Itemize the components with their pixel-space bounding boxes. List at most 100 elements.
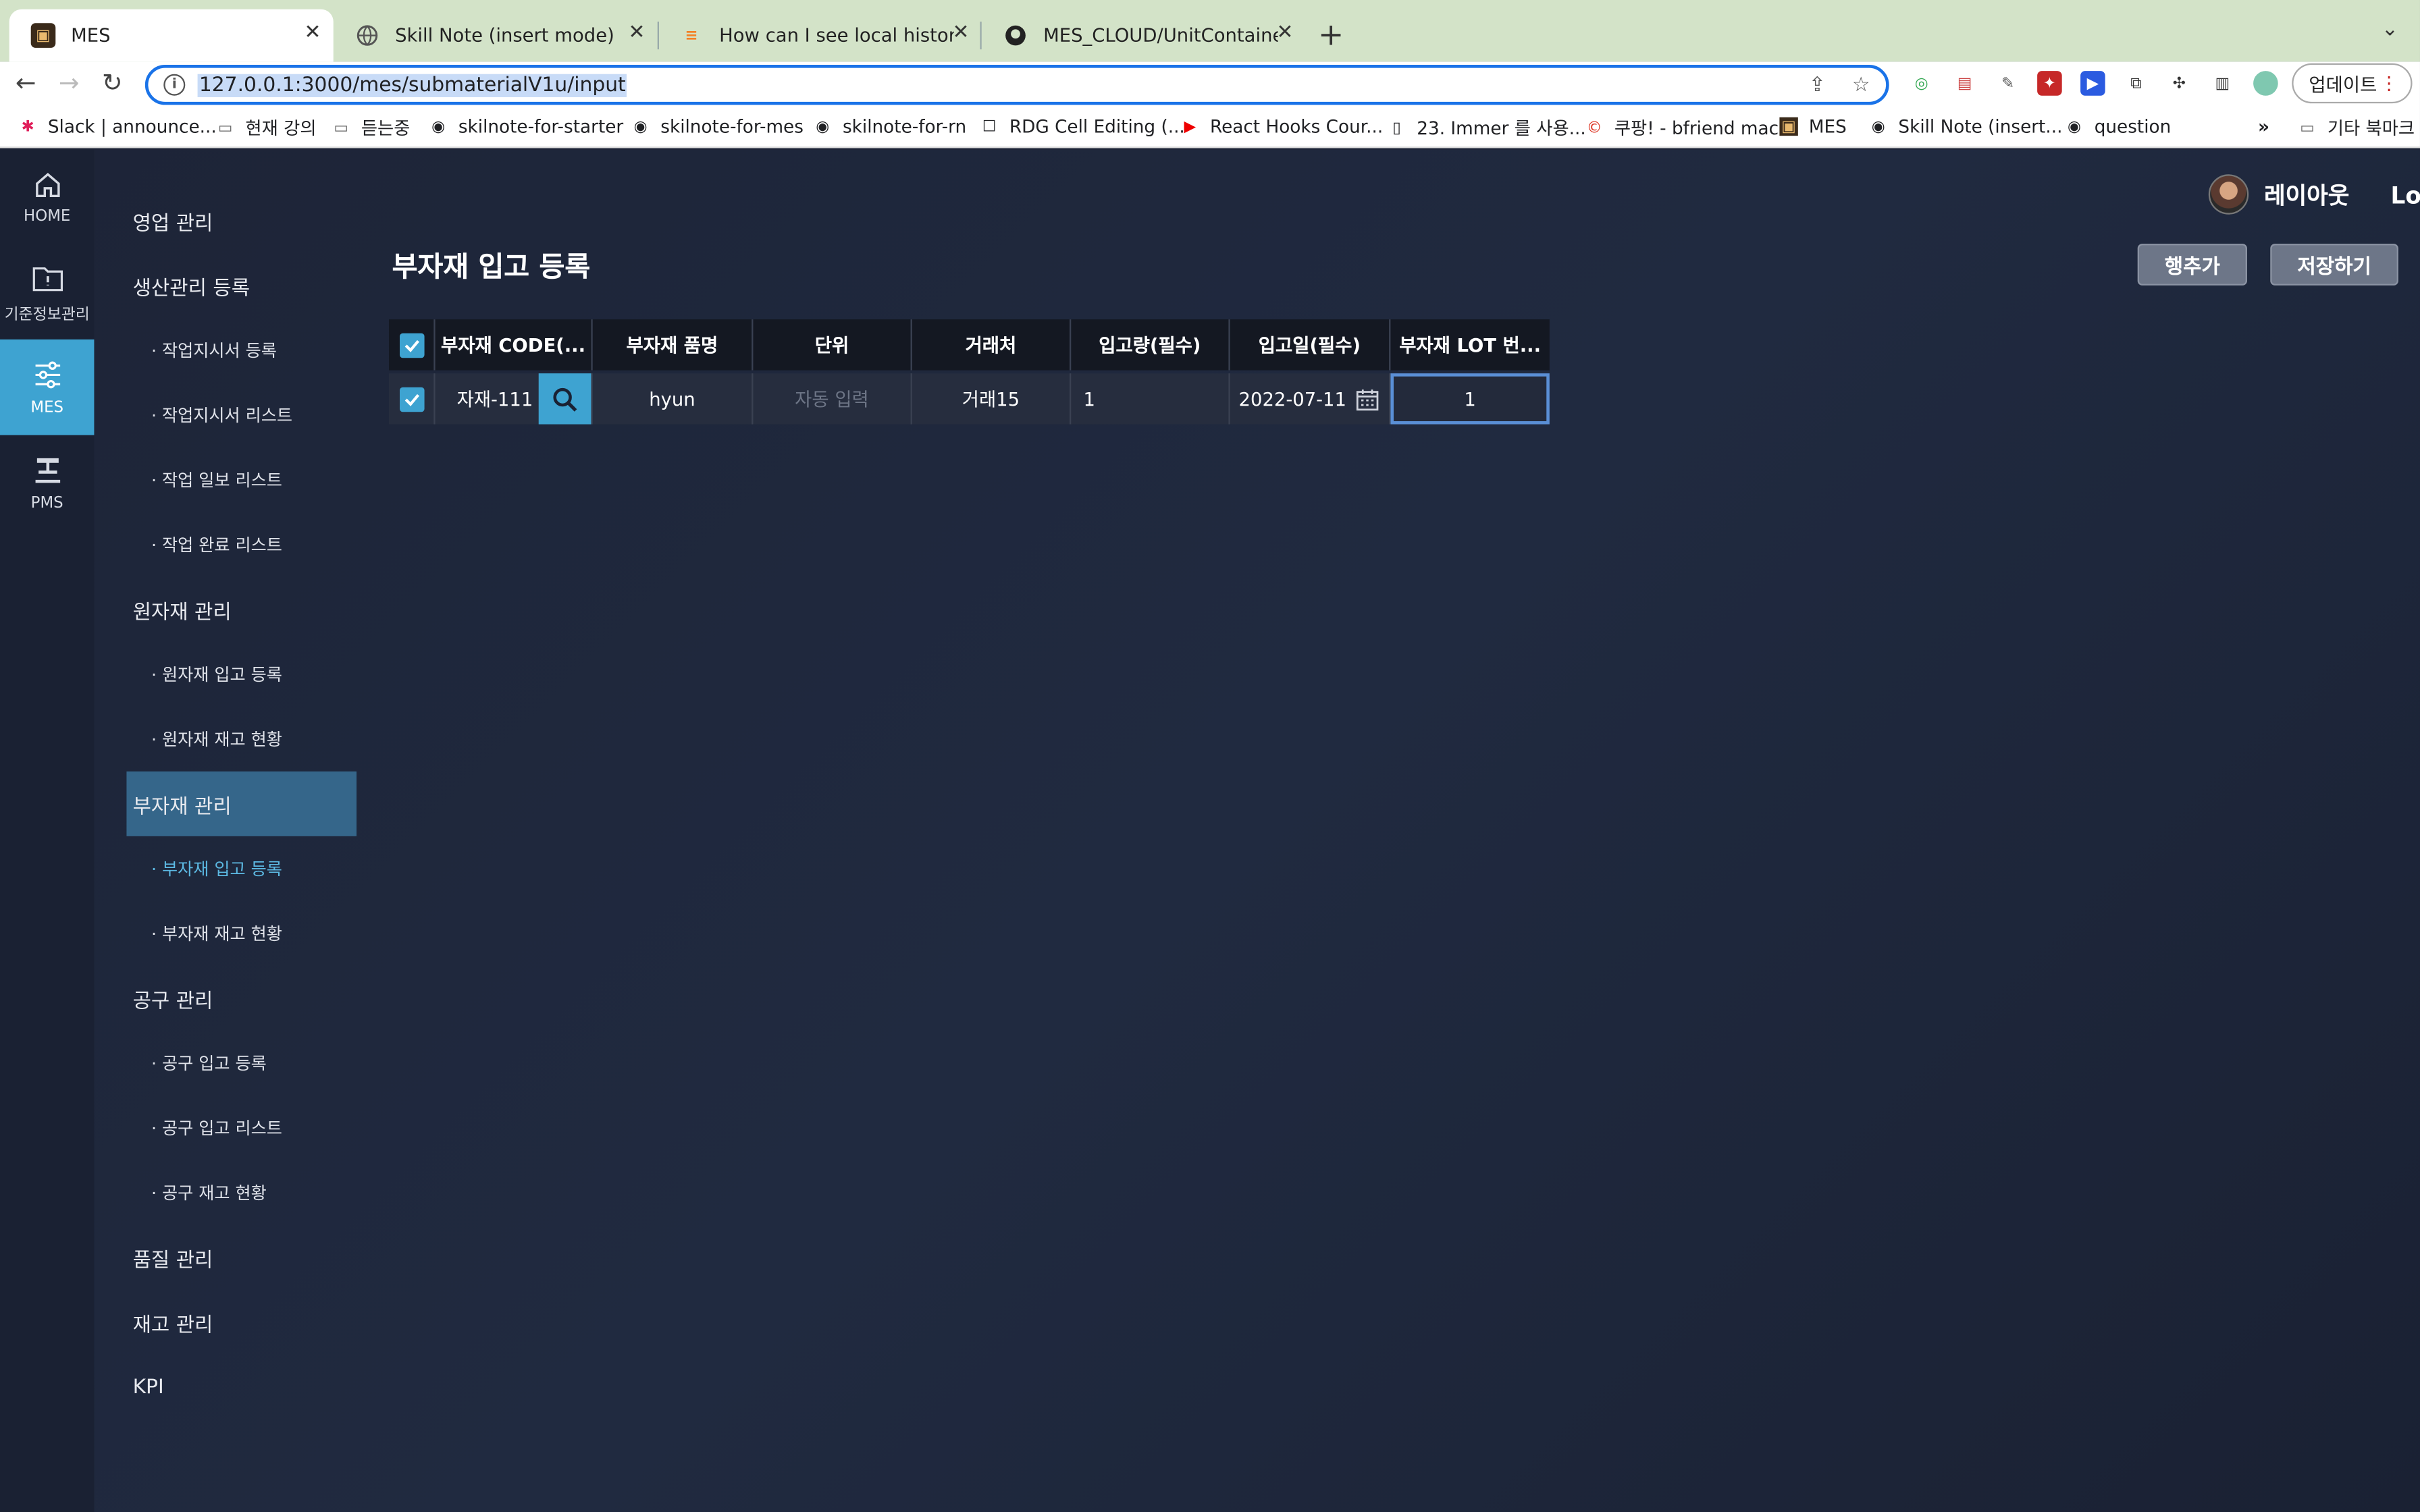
more-menu-icon[interactable]: ⋮ [2380,72,2398,94]
site-info-icon[interactable]: i [163,74,186,96]
rail-item-pms[interactable]: PMS [0,435,94,531]
cell-quantity[interactable]: 1 [1071,373,1230,425]
column-header-unit[interactable]: 단위 [753,319,912,371]
game-extension-icon[interactable]: ✦ [2037,71,2062,96]
close-icon[interactable]: ✕ [628,22,645,45]
menu-group-0[interactable]: 영업 관리 [126,188,357,253]
calendar-icon[interactable] [1356,387,1381,412]
menu-subitem-11[interactable]: · 부자재 재고 현황 [126,901,357,966]
forward-arrow-icon[interactable]: → [59,68,80,97]
back-arrow-icon[interactable]: ← [16,68,36,97]
menu-subitem-14[interactable]: · 공구 입고 리스트 [126,1096,357,1160]
menu-group-9[interactable]: 부자재 관리 [126,771,357,836]
new-tab-button[interactable]: + [1318,16,1344,53]
row-checkbox[interactable] [389,373,436,425]
bookmark-label: question [2094,115,2172,138]
profile-avatar-icon[interactable] [2253,71,2278,96]
cell-customer[interactable]: 거래15 [912,373,1072,425]
tab-stackoverflow[interactable]: ≡ How can I see local history cha ✕ [658,9,982,62]
bookmark-skilnote-starter[interactable]: ◉ skilnote-for-starter [429,115,623,137]
column-header-lot[interactable]: 부자재 LOT 번... [1390,319,1549,370]
bookmark-label: 현재 강의 [245,117,317,139]
close-icon[interactable]: ✕ [952,22,969,45]
share-icon[interactable]: ⇪ [1809,74,1826,97]
menu-group-16[interactable]: 품질 관리 [126,1225,357,1290]
rail-item-mes[interactable]: MES [0,339,95,435]
rail-item-home[interactable]: HOME [0,150,94,246]
table-row: 자재-111 hyun 자동 입력 거래15 1 2022-07-11 1 [388,373,1550,425]
bookmark-other[interactable]: ▭ 기타 북마크 [2298,115,2415,140]
cell-lot[interactable]: 1 [1390,373,1550,425]
logout-button[interactable]: Lo [2391,182,2420,210]
menu-group-1[interactable]: 생산관리 등록 [126,253,357,318]
update-button[interactable]: 업데이트 ⋮ [2292,63,2413,104]
close-icon[interactable]: ✕ [1276,22,1293,45]
menu-subitem-2[interactable]: · 작업지시서 등록 [126,318,357,383]
cell-code[interactable]: 자재-111 [436,373,593,425]
menu-subitem-5[interactable]: · 작업 완료 리스트 [126,512,357,577]
tab-search-chevron-icon[interactable]: ⌄ [2382,18,2398,41]
eyedropper-extension-icon[interactable]: ✎ [1995,71,2020,96]
extension-circle-icon[interactable]: ◎ [1909,71,1934,96]
bookmark-folder-lecture[interactable]: ▭ 현재 강의 [216,115,317,140]
user-profile[interactable]: 레이아웃 [2208,174,2349,215]
tab-mes[interactable]: ▣ MES ✕ [9,9,334,62]
code-search-button[interactable] [538,373,591,425]
extensions-puzzle-icon[interactable]: ✣ [2167,71,2192,96]
cell-date[interactable]: 2022-07-11 [1230,373,1391,425]
tab-github[interactable]: MES_CLOUD/UnitContainer.tsx ✕ [982,9,1306,62]
column-header-name[interactable]: 부자재 품명 [593,319,754,371]
video-extension-icon[interactable]: ▶ [2080,71,2105,96]
bookmark-slack[interactable]: ✱ Slack | announce... [18,115,217,137]
reload-icon[interactable]: ↻ [102,68,123,97]
bookmark-label: skilnote-for-rn [842,115,967,138]
bookmark-immer[interactable]: ▯ 23. Immer 를 사용... [1388,115,1585,140]
menu-group-12[interactable]: 공구 관리 [126,966,357,1031]
select-all-checkbox[interactable] [389,319,436,371]
bookmark-rdg[interactable]: ☐ RDG Cell Editing (... [980,115,1185,137]
bookmark-star-icon[interactable]: ☆ [1852,74,1870,97]
url-text[interactable]: 127.0.0.1:3000/mes/submaterialV1u/input [197,73,627,97]
menu-subitem-3[interactable]: · 작업지시서 리스트 [126,383,357,448]
side-panel-icon[interactable]: ▥ [2210,71,2235,96]
menu-group-18[interactable]: KPI [126,1355,357,1420]
bookmarks-overflow-button[interactable]: » [2258,115,2269,137]
press-icon [34,457,59,483]
bookmark-coupang[interactable]: © 쿠팡! - bfriend mac [1585,115,1779,140]
menu-group-17[interactable]: 재고 관리 [126,1290,357,1355]
globe-icon [355,23,380,48]
bookmark-skill-note[interactable]: ◉ Skill Note (insert... [1869,115,2063,137]
menu-subitem-10[interactable]: · 부자재 입고 등록 [126,836,357,901]
menu-subitem-8[interactable]: · 원자재 재고 현황 [126,707,357,772]
column-header-quantity[interactable]: 입고량(필수) [1071,319,1230,371]
menu-subitem-4[interactable]: · 작업 일보 리스트 [126,448,357,512]
rail-item-master-data[interactable]: 기준정보관리 [0,245,94,341]
bookmark-mes[interactable]: ▣ MES [1779,115,1847,137]
calendar-extension-icon[interactable]: ▤ [1952,71,1977,96]
address-bar[interactable]: i 127.0.0.1:3000/mes/submaterialV1u/inpu… [144,64,1889,105]
menu-subitem-13[interactable]: · 공구 입고 등록 [126,1031,357,1096]
menu-subitem-15[interactable]: · 공구 재고 현황 [126,1160,357,1225]
screenshot-extension-icon[interactable]: ⧉ [2124,71,2149,96]
tab-skill-note[interactable]: Skill Note (insert mode) ✕ [334,9,658,62]
menu-subitem-7[interactable]: · 원자재 입고 등록 [126,642,357,707]
column-header-date[interactable]: 입고일(필수) [1230,319,1391,371]
bookmark-question[interactable]: ◉ question [2065,115,2171,137]
code-value: 자재-111 [456,388,533,410]
bookmark-react-hooks[interactable]: ▶ React Hooks Cour... [1181,115,1383,137]
bookmark-skilnote-rn[interactable]: ◉ skilnote-for-rn [814,115,967,138]
close-icon[interactable]: ✕ [304,22,321,45]
cell-name[interactable]: hyun [593,373,754,425]
app-container: HOME 기준정보관리 MES PMS 영업 관리 생산관리 등록 · 작업지시서 … [0,149,2420,1512]
add-row-button[interactable]: 행추가 [2137,244,2247,286]
tab-title: MES_CLOUD/UnitContainer.tsx [1043,24,1278,47]
column-header-code[interactable]: 부자재 CODE(... [436,319,593,371]
column-header-customer[interactable]: 거래처 [912,319,1072,371]
menu-group-6[interactable]: 원자재 관리 [126,577,357,642]
globe-icon: ◉ [1871,117,1885,135]
bookmark-skilnote-mes[interactable]: ◉ skilnote-for-mes [631,115,804,137]
save-button[interactable]: 저장하기 [2270,244,2398,286]
bookmark-folder-listening[interactable]: ▭ 듣는중 [332,115,410,140]
tab-title: Skill Note (insert mode) [395,24,614,47]
slack-icon: ✱ [21,117,34,135]
